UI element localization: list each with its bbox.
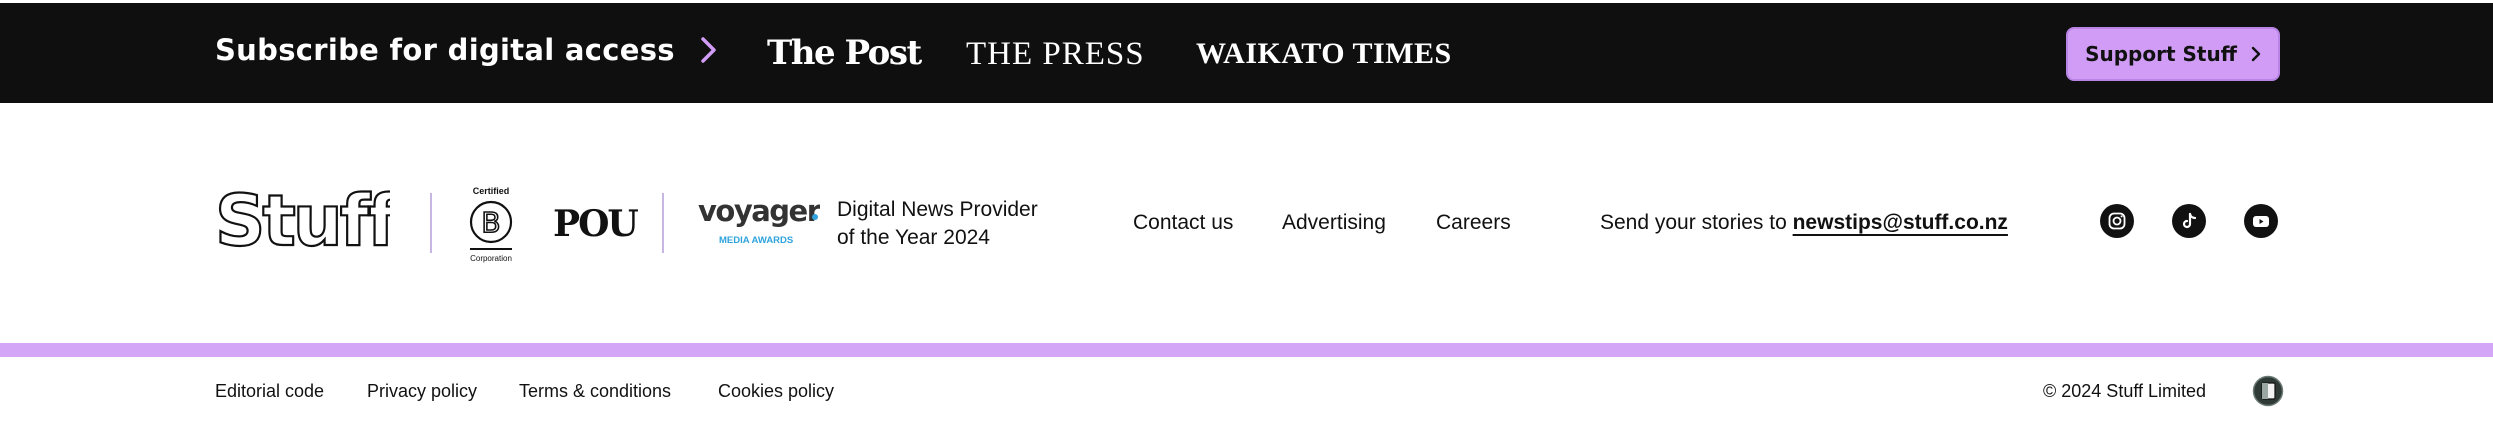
cookies-policy-link[interactable]: Cookies policy — [718, 381, 834, 402]
stories-prefix: Send your stories to — [1600, 211, 1787, 234]
stuff-logo[interactable]: Stuff — [215, 187, 390, 257]
terms-conditions-link[interactable]: Terms & conditions — [519, 381, 671, 402]
masthead-the-post[interactable]: The Post — [767, 33, 922, 73]
voyager-awards-logo: voyager MEDIA AWARDS — [698, 195, 820, 246]
newstips-email-link[interactable]: newstips@stuff.co.nz — [1793, 211, 2008, 234]
brand-divider — [430, 193, 432, 253]
masthead-waikato-times[interactable]: WAIKATO TIMES — [1196, 37, 1452, 71]
editorial-code-link[interactable]: Editorial code — [215, 381, 324, 402]
contact-us-link[interactable]: Contact us — [1133, 211, 1233, 235]
subscription-bar: Subscribe for digital access The Post TH… — [0, 3, 2493, 103]
award-line-2: of the Year 2024 — [837, 226, 990, 249]
award-caption: Digital News Provider of the Year 2024 — [837, 196, 1038, 252]
bcorp-logo: Certified B Corporation — [469, 186, 513, 263]
support-stuff-button[interactable]: Support Stuff — [2066, 27, 2280, 81]
theme-toggle-icon[interactable] — [2252, 375, 2284, 407]
youtube-icon[interactable] — [2244, 204, 2278, 238]
bcorp-top-text: Certified — [473, 186, 510, 196]
copyright: © 2024 Stuff Limited — [2043, 381, 2207, 401]
legal-bar: Editorial code Privacy policy Terms & co… — [0, 357, 2493, 421]
footer-main: Stuff Certified B Corporation POU voyage… — [0, 103, 2493, 343]
subscribe-label: Subscribe for digital access — [215, 33, 675, 67]
accent-strip — [0, 343, 2493, 357]
award-line-1: Digital News Provider — [837, 198, 1038, 221]
chevron-right-icon — [701, 37, 716, 63]
chevron-right-icon — [2251, 46, 2261, 62]
advertising-link[interactable]: Advertising — [1282, 211, 1386, 235]
careers-link[interactable]: Careers — [1436, 211, 1511, 235]
voyager-sub-text: MEDIA AWARDS — [719, 235, 793, 246]
subscribe-link[interactable]: Subscribe for digital access — [215, 33, 721, 67]
pou-logo: POU — [553, 203, 639, 245]
svg-text:B: B — [481, 206, 500, 239]
bcorp-bottom-text: Corporation — [470, 254, 512, 263]
stuff-logo-text: Stuff — [215, 187, 390, 257]
instagram-icon[interactable] — [2100, 204, 2134, 238]
brand-divider — [662, 193, 664, 253]
tiktok-icon[interactable] — [2172, 204, 2206, 238]
voyager-text: voyager — [698, 195, 820, 228]
privacy-policy-link[interactable]: Privacy policy — [367, 381, 477, 402]
masthead-the-press[interactable]: THE PRESS — [966, 36, 1145, 73]
send-stories: Send your stories to newstips@stuff.co.n… — [1600, 211, 2008, 235]
support-label: Support Stuff — [2085, 42, 2237, 66]
